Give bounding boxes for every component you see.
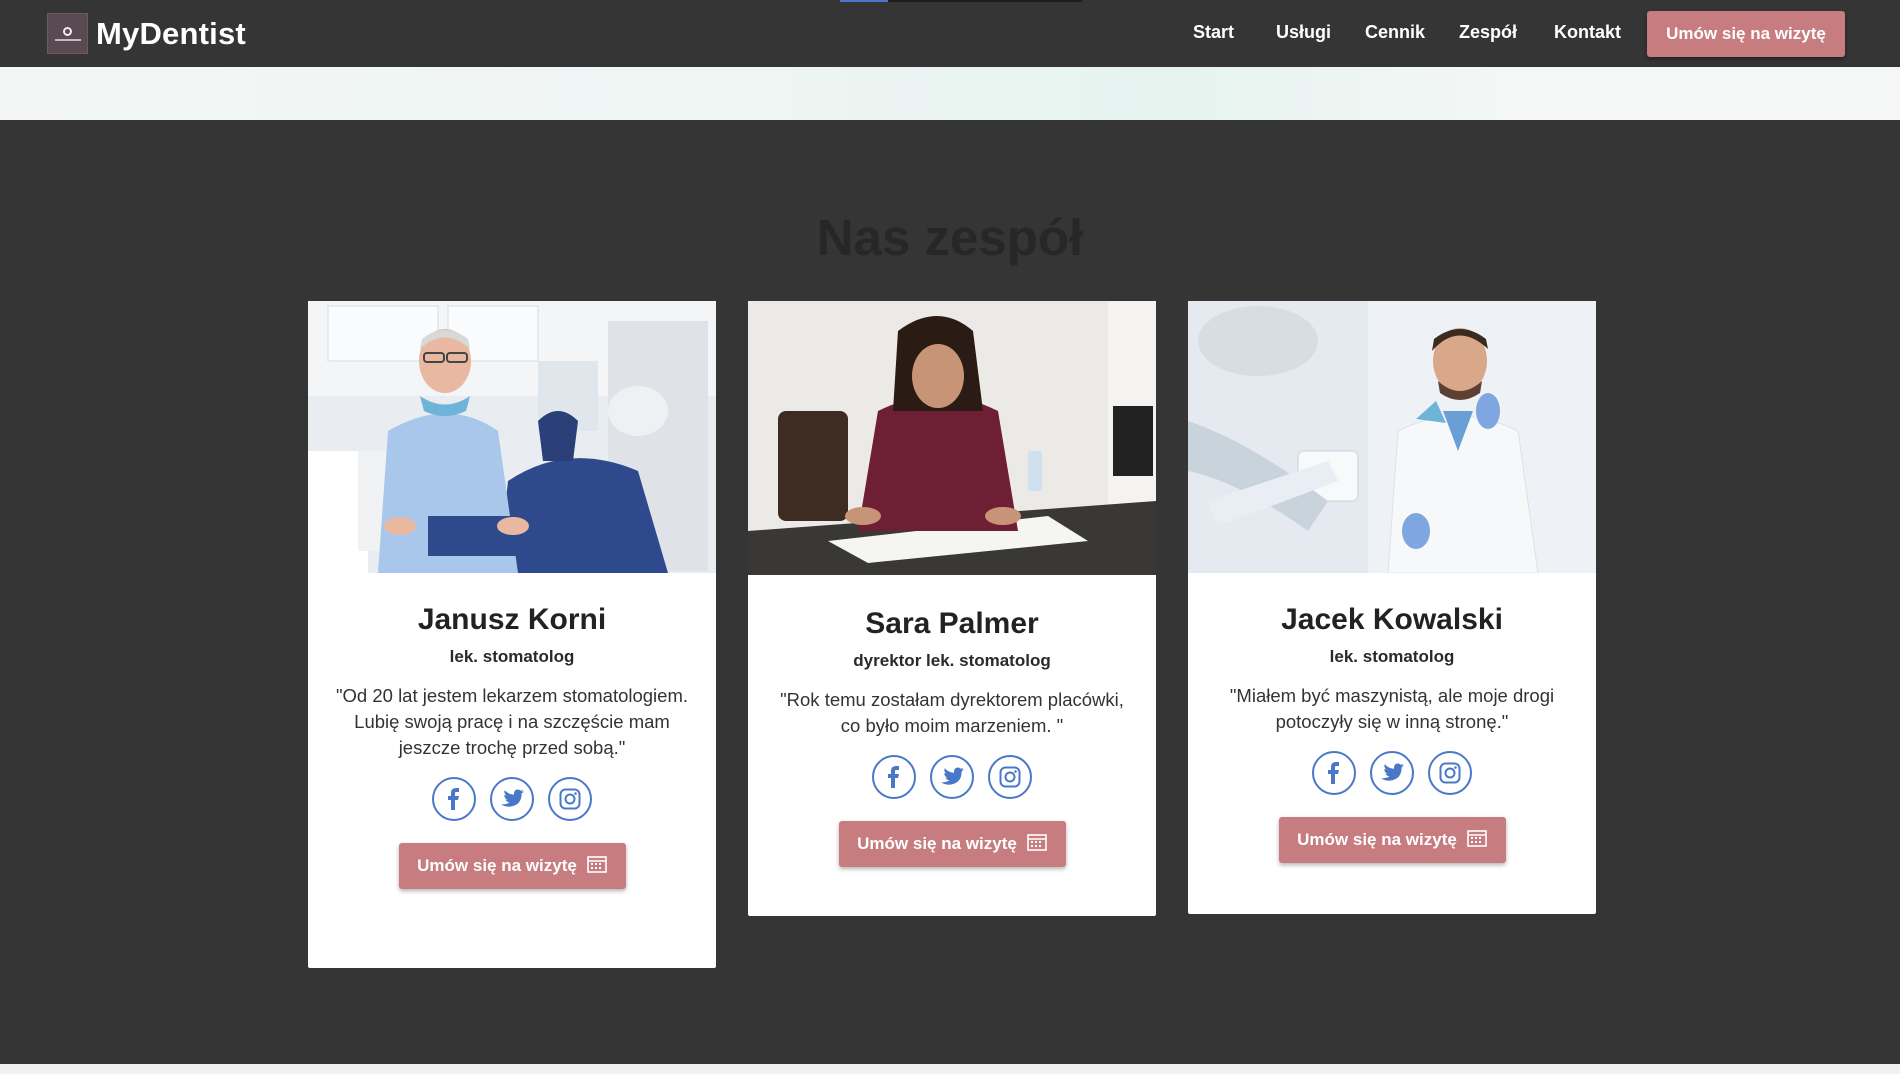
navbar: MyDentist Start Usługi Cennik Zespół Kon… xyxy=(0,0,1900,67)
instagram-icon[interactable] xyxy=(1428,751,1472,795)
nav-link-uslugi[interactable]: Usługi xyxy=(1276,22,1331,43)
button-label: Umów się na wizytę xyxy=(1297,830,1457,849)
facebook-icon[interactable] xyxy=(1312,751,1356,795)
social-links xyxy=(774,755,1130,799)
calendar-icon xyxy=(1027,833,1047,856)
footer-edge xyxy=(0,1064,1900,1074)
calendar-icon xyxy=(587,855,607,878)
team-member-quote: "Miałem być maszynistą, ale moje drogi p… xyxy=(1229,685,1555,732)
twitter-icon[interactable] xyxy=(1370,751,1414,795)
instagram-icon[interactable] xyxy=(988,755,1032,799)
team-member-name: Janusz Korni xyxy=(417,603,607,636)
section-title: Nas zespół xyxy=(816,209,1084,266)
brand-name: MyDentist xyxy=(96,15,246,51)
team-member-photo xyxy=(748,301,1156,575)
book-appointment-button[interactable]: Umów się na wizytę xyxy=(398,843,626,889)
social-links xyxy=(1214,751,1570,795)
team-card: Janusz Korni lek. stomatolog "Od 20 lat … xyxy=(308,301,716,968)
team-member-role: dyrektor lek. stomatolog xyxy=(853,651,1051,670)
team-member-photo xyxy=(1188,301,1596,573)
nav-indicator xyxy=(840,0,888,2)
nav-link-kontakt[interactable]: Kontakt xyxy=(1554,22,1621,43)
hero-image-strip xyxy=(0,67,1900,120)
book-appointment-button[interactable]: Umów się na wizytę xyxy=(1278,817,1506,863)
nav-link-cennik[interactable]: Cennik xyxy=(1365,22,1425,43)
team-member-name: Jacek Kowalski xyxy=(1281,603,1503,636)
tooth-logo-icon xyxy=(47,13,88,54)
team-card: Sara Palmer dyrektor lek. stomatolog "Ro… xyxy=(748,301,1156,916)
calendar-icon xyxy=(1467,829,1487,852)
team-member-name: Sara Palmer xyxy=(865,607,1039,640)
team-member-photo xyxy=(308,301,716,573)
nav-link-start[interactable]: Start xyxy=(1193,22,1234,43)
instagram-icon[interactable] xyxy=(548,777,592,821)
book-appointment-button[interactable]: Umów się na wizytę xyxy=(838,821,1066,867)
nav-indicator-track xyxy=(888,0,1082,2)
facebook-icon[interactable] xyxy=(432,777,476,821)
button-label: Umów się na wizytę xyxy=(857,834,1017,853)
team-card: Jacek Kowalski lek. stomatolog "Miałem b… xyxy=(1188,301,1596,914)
twitter-icon[interactable] xyxy=(930,755,974,799)
team-member-role: lek. stomatolog xyxy=(1329,647,1455,666)
twitter-icon[interactable] xyxy=(490,777,534,821)
button-label: Umów się na wizytę xyxy=(417,856,577,875)
facebook-icon[interactable] xyxy=(872,755,916,799)
nav-link-zespol[interactable]: Zespół xyxy=(1459,22,1517,43)
team-member-quote: "Rok temu zostałam dyrektorem placówki, … xyxy=(780,689,1124,736)
book-appointment-button[interactable]: Umów się na wizytę xyxy=(1647,11,1845,57)
brand-home-link[interactable]: MyDentist xyxy=(47,13,246,54)
team-member-quote: "Od 20 lat jestem lekarzem stomatologiem… xyxy=(335,685,689,758)
social-links xyxy=(334,777,690,821)
team-member-role: lek. stomatolog xyxy=(449,647,575,666)
